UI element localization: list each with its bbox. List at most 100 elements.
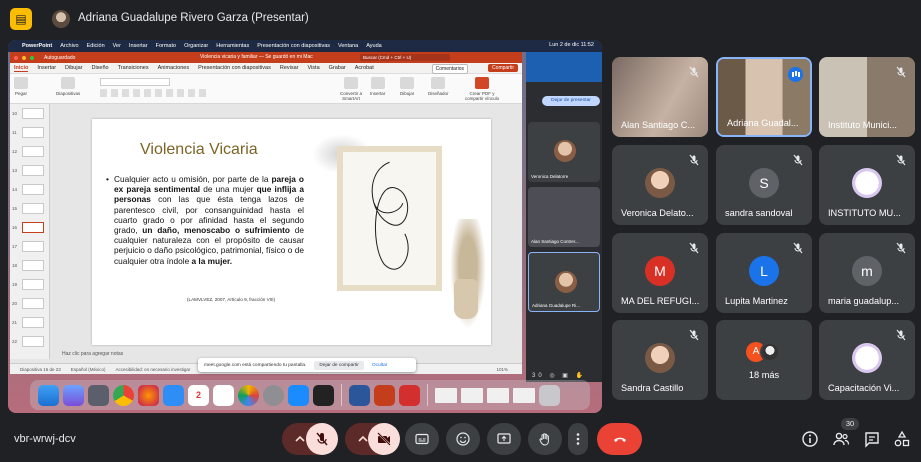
minimized-window[interactable] [435,387,457,403]
participant-tile[interactable]: Capacitación Vi... [819,320,915,400]
participant-tile[interactable]: Instituto Munici... [819,57,915,137]
tab-vista[interactable]: Vista [308,65,320,71]
participant-tile[interactable]: Veronica Delato... [612,145,708,225]
menu-formato[interactable]: Formato [156,43,176,49]
slide-thumbnail[interactable] [22,336,44,347]
calendar-icon[interactable]: 2 [188,384,209,406]
slide-thumbnail[interactable] [22,165,44,176]
app-store-icon[interactable] [288,384,309,406]
participant-tile[interactable]: Alan Santiago C... [612,57,708,137]
slide-thumbnail[interactable] [22,317,44,328]
tab-transiciones[interactable]: Transiciones [118,65,149,71]
chrome-icon[interactable] [113,384,134,406]
slide-thumbnail[interactable] [22,260,44,271]
minimized-window[interactable] [487,387,509,403]
ppt-search-box[interactable]: Buscar (Cmd + Ctrl + U) [360,54,450,61]
slide-thumbnail[interactable] [22,184,44,195]
tab-animaciones[interactable]: Animaciones [158,65,190,71]
menu-ayuda[interactable]: Ayuda [366,43,382,49]
slide-thumbnail[interactable] [22,127,44,138]
chat-button[interactable] [863,430,883,450]
participant-tile[interactable]: A 18 más [716,320,812,400]
present-screen-button[interactable] [487,423,521,455]
stop-sharing-button[interactable]: Dejar de compartir [314,360,364,370]
minimized-window[interactable] [461,387,483,403]
end-call-button[interactable] [597,423,642,455]
slide-thumbnail[interactable] [22,222,44,233]
firefox-icon[interactable] [138,384,159,406]
tab-diseno[interactable]: Diseño [91,65,108,71]
language-label[interactable]: Español (México) [71,367,106,372]
raise-hand-button[interactable] [528,423,562,455]
tab-revisar[interactable]: Revisar [280,65,299,71]
autosave-label[interactable]: Autoguardado [44,55,75,61]
participant-tile[interactable]: M MA DEL REFUGI... [612,233,708,313]
word-icon[interactable] [349,384,370,406]
people-button[interactable] [832,430,852,450]
slide-thumbnail[interactable] [22,203,44,214]
activities-button[interactable] [893,430,913,450]
menu-app[interactable]: PowerPoint [22,43,52,49]
participant-tile[interactable]: m maria guadalup... [819,233,915,313]
zoom-level[interactable]: 101% [496,367,508,372]
menu-insertar[interactable]: Insertar [129,43,148,49]
notes-app-icon[interactable] [213,384,234,406]
smartart-button[interactable]: Convertir a SmartArt [337,77,365,101]
more-options-button[interactable] [568,423,588,455]
participant-tile[interactable]: INSTITUTO MU... [819,145,915,225]
mail-icon[interactable] [163,384,184,406]
font-name-field[interactable] [100,78,170,86]
presentation-icon[interactable]: ▤ [10,8,32,30]
paste-button[interactable]: Pegar [14,77,28,96]
menu-archivo[interactable]: Archivo [60,43,78,49]
hide-notice-button[interactable]: Ocultar [372,363,387,368]
menu-herramientas[interactable]: Herramientas [216,43,249,49]
tab-dibujar[interactable]: Dibujar [65,65,82,71]
menu-organizar[interactable]: Organizar [184,43,208,49]
slide-thumbnail[interactable] [22,146,44,157]
participant-tile[interactable]: Adriana Guadal... [716,57,812,137]
apps-grid-icon[interactable] [88,384,109,406]
current-slide[interactable]: Violencia Vicaria • Cualquier acto u omi… [92,119,491,345]
acrobat-icon[interactable] [399,384,420,406]
camera-toggle[interactable] [368,423,400,455]
menu-edicion[interactable]: Edición [87,43,105,49]
designer-button[interactable]: Diseñador [428,77,449,96]
accessibility-label[interactable]: Accesibilidad: es necesario investigar [116,367,191,372]
launchpad-icon[interactable] [63,384,84,406]
slide-thumbnail[interactable] [22,298,44,309]
zoom-window-icon[interactable] [30,55,34,60]
slide-thumbnail[interactable] [22,108,44,119]
close-window-icon[interactable] [14,55,18,60]
microphone-toggle[interactable] [306,423,338,455]
tab-acrobat[interactable]: Acrobat [355,65,374,71]
minimize-window-icon[interactable] [22,55,26,60]
menu-presentacion[interactable]: Presentación con diapositivas [257,43,330,49]
notes-placeholder[interactable]: Haz clic para agregar notas [62,351,123,357]
powerpoint-icon[interactable] [374,384,395,406]
slides-button[interactable]: Diapositivas [56,77,80,96]
draw-button[interactable]: Dibujar [400,77,414,96]
create-pdf-button[interactable]: Crear PDF y compartir vínculo [462,77,502,101]
insert-button[interactable]: Insertar [370,77,385,96]
photos-icon[interactable] [238,384,259,406]
tab-insertar[interactable]: Insertar [37,65,56,71]
tab-grabar[interactable]: Grabar [329,65,346,71]
comments-button[interactable]: Comentarios [431,64,468,74]
participant-tile[interactable]: Ssandra sandoval [716,145,812,225]
trash-icon[interactable] [539,384,560,406]
meeting-details-button[interactable] [801,430,821,450]
participant-tile[interactable]: Sandra Castillo [612,320,708,400]
tab-presentacion[interactable]: Presentación con diapositivas [198,65,271,71]
participant-tile[interactable]: L Lupita Martinez [716,233,812,313]
settings-icon[interactable] [263,384,284,406]
share-button[interactable]: Compartir [488,64,518,72]
captions-button[interactable] [405,423,439,455]
minimized-window[interactable] [513,387,535,403]
font-format-row[interactable] [100,89,210,97]
menu-ver[interactable]: Ver [113,43,121,49]
finder-icon[interactable] [38,384,59,406]
reactions-button[interactable] [446,423,480,455]
terminal-icon[interactable] [313,384,334,406]
slide-thumbnail[interactable] [22,279,44,290]
